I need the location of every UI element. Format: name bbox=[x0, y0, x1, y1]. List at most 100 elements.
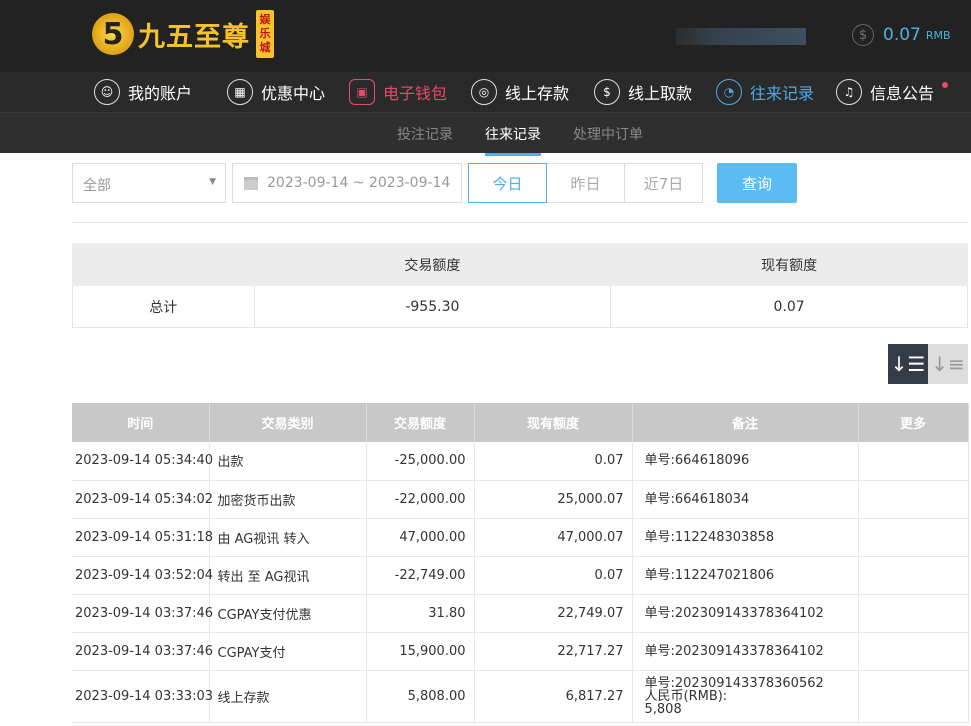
nav-item-4[interactable]: $ 线上取款 bbox=[594, 79, 692, 105]
cell-more[interactable] bbox=[858, 594, 969, 633]
logo-tag: 娱乐城 bbox=[256, 10, 274, 58]
yesterday-button[interactable]: 昨日 bbox=[546, 163, 625, 203]
nav-item-2[interactable]: ▣ 电子钱包 bbox=[349, 79, 447, 105]
table-row: 2023-09-14 03:37:46 CGPAY支付优惠 31.80 22,749.… bbox=[72, 594, 969, 633]
cell-amount: 5,808.00 bbox=[366, 670, 475, 723]
sort-desc-icon[interactable]: ↓☰ bbox=[888, 344, 928, 384]
nav-item-3[interactable]: ◎ 线上存款 bbox=[471, 79, 569, 105]
column-header: 备注 bbox=[632, 403, 859, 442]
nav-label: 线上取款 bbox=[628, 84, 693, 103]
cell-type: 线上存款 bbox=[209, 670, 367, 723]
cell-time: 2023-09-14 03:37:46 bbox=[72, 632, 213, 671]
balance-display: $ 0.07 RMB bbox=[852, 24, 951, 46]
balance-currency: RMB bbox=[925, 28, 951, 42]
cell-time: 2023-09-14 03:37:46 bbox=[72, 594, 213, 633]
records-icon: ◔ bbox=[716, 79, 742, 105]
wallet-icon: ▣ bbox=[349, 79, 375, 105]
notification-dot bbox=[942, 82, 948, 88]
column-header: 交易额度 bbox=[366, 403, 475, 442]
table-row: 2023-09-14 03:33:03 线上存款 5,808.00 6,817.27 单… bbox=[72, 670, 969, 723]
cell-amount: -22,749.00 bbox=[366, 556, 475, 595]
records-table: 时间 交易类别 交易额度 现有额度 备注 更多 2023-09-14 05:34:40 出款… bbox=[72, 403, 969, 723]
cell-time: 2023-09-14 05:34:40 bbox=[72, 442, 213, 481]
nav-label: 线上存款 bbox=[505, 84, 570, 103]
summary-header: 交易额度 bbox=[253, 243, 612, 286]
cell-time: 2023-09-14 05:34:02 bbox=[72, 480, 213, 519]
query-button[interactable]: 查询 bbox=[717, 163, 797, 203]
chevron-down-icon: ▼ bbox=[209, 177, 216, 187]
cell-balance: 47,000.07 bbox=[474, 518, 633, 557]
summary-label: 总计 bbox=[72, 285, 255, 328]
cell-balance: 0.07 bbox=[474, 442, 633, 481]
cell-more[interactable] bbox=[858, 518, 969, 557]
nav-item-0[interactable]: ☺ 我的账户 bbox=[94, 79, 192, 105]
subtab-pending-orders[interactable]: 处理中订单 bbox=[573, 124, 643, 144]
gift-icon: ▦ bbox=[227, 79, 253, 105]
nav-item-5[interactable]: ◔ 往来记录 bbox=[716, 79, 814, 105]
cell-type: CGPAY支付优惠 bbox=[209, 594, 367, 633]
sub-nav: 投注记录 往来记录 处理中订单 bbox=[0, 113, 971, 156]
cell-type: CGPAY支付 bbox=[209, 632, 367, 671]
cell-more[interactable] bbox=[858, 556, 969, 595]
cell-more[interactable] bbox=[858, 632, 969, 671]
type-select[interactable]: 全部 ▼ bbox=[72, 163, 226, 203]
logo-emblem: 5 bbox=[92, 13, 134, 55]
summary-balance: 0.07 bbox=[610, 285, 968, 328]
table-row: 2023-09-14 05:34:02 加密货币出款 -22,000.00 25,00… bbox=[72, 480, 969, 519]
dollar-icon: $ bbox=[852, 24, 874, 46]
cell-balance: 25,000.07 bbox=[474, 480, 633, 519]
column-header: 交易类别 bbox=[209, 403, 367, 442]
nav-item-1[interactable]: ▦ 优惠中心 bbox=[227, 79, 325, 105]
note-line: 单号:112248303858 bbox=[644, 529, 775, 545]
username-blurred bbox=[676, 28, 806, 45]
cell-type: 出款 bbox=[209, 442, 367, 481]
date-range-input[interactable]: 2023-09-14 ~ 2023-09-14 bbox=[232, 163, 462, 203]
column-header: 时间 bbox=[72, 403, 210, 442]
table-row: 2023-09-14 05:31:18 由 AG视讯 转入 47,000.00 47,… bbox=[72, 518, 969, 557]
column-header: 现有额度 bbox=[474, 403, 633, 442]
last-7-days-button[interactable]: 近7日 bbox=[624, 163, 703, 203]
cell-note: 单号:664618096 bbox=[632, 442, 859, 481]
note-line: 单号:202309143378364102 bbox=[644, 643, 824, 659]
logo-text: 九五至尊 bbox=[138, 21, 250, 53]
table-row: 2023-09-14 03:37:46 CGPAY支付 15,900.00 22,71… bbox=[72, 632, 969, 671]
cell-amount: 15,900.00 bbox=[366, 632, 475, 671]
sort-controls: ↓☰ ↓≡ bbox=[888, 344, 968, 384]
main-nav: ☺ 我的账户 ▦ 优惠中心 ▣ 电子钱包 ◎ 线上存款 $ 线上取款 ◔ 往来记录 ♫ 信息公告 bbox=[0, 72, 971, 113]
note-line: 单号:202309143378364102 bbox=[644, 605, 824, 621]
cell-amount: 31.80 bbox=[366, 594, 475, 633]
user-icon: ☺ bbox=[94, 79, 120, 105]
cell-balance: 22,749.07 bbox=[474, 594, 633, 633]
summary-amount: -955.30 bbox=[253, 285, 612, 328]
cell-more[interactable] bbox=[858, 442, 969, 481]
quick-date-group: 今日 昨日 近7日 bbox=[468, 163, 703, 203]
calendar-icon bbox=[244, 177, 258, 190]
cell-type: 由 AG视讯 转入 bbox=[209, 518, 367, 557]
nav-label: 信息公告 bbox=[870, 84, 935, 103]
subtab-transaction-records[interactable]: 往来记录 bbox=[485, 124, 541, 156]
table-row: 2023-09-14 05:34:40 出款 -25,000.00 0.07 单号:66… bbox=[72, 442, 969, 481]
cell-amount: 47,000.00 bbox=[366, 518, 475, 557]
cell-note: 单号:664618034 bbox=[632, 480, 859, 519]
cell-note: 单号:112248303858 bbox=[632, 518, 859, 557]
today-button[interactable]: 今日 bbox=[468, 163, 547, 203]
subtab-bet-records[interactable]: 投注记录 bbox=[397, 124, 453, 144]
logo[interactable]: 5 九五至尊 娱乐城 bbox=[92, 10, 274, 58]
cell-more[interactable] bbox=[858, 670, 969, 723]
note-line: 单号:664618096 bbox=[644, 453, 750, 469]
cell-time: 2023-09-14 05:31:18 bbox=[72, 518, 213, 557]
summary-table: 交易额度 现有额度 总计 -955.30 0.07 bbox=[72, 243, 968, 328]
deposit-icon: ◎ bbox=[471, 79, 497, 105]
cell-more[interactable] bbox=[858, 480, 969, 519]
nav-item-6[interactable]: ♫ 信息公告 bbox=[836, 79, 934, 105]
note-line: 人民币(RMB): bbox=[644, 688, 728, 704]
cell-note: 单号:202309143378360562 人民币(RMB): 5,808 bbox=[632, 670, 859, 723]
note-line: 5,808 bbox=[644, 701, 682, 717]
note-line: 单号:202309143378360562 bbox=[644, 675, 824, 691]
cell-amount: -25,000.00 bbox=[366, 442, 475, 481]
cell-balance: 22,717.27 bbox=[474, 632, 633, 671]
withdraw-icon: $ bbox=[594, 79, 620, 105]
sort-asc-icon[interactable]: ↓≡ bbox=[928, 344, 968, 384]
note-line: 单号:112247021806 bbox=[644, 567, 775, 583]
nav-label: 电子钱包 bbox=[383, 84, 448, 103]
